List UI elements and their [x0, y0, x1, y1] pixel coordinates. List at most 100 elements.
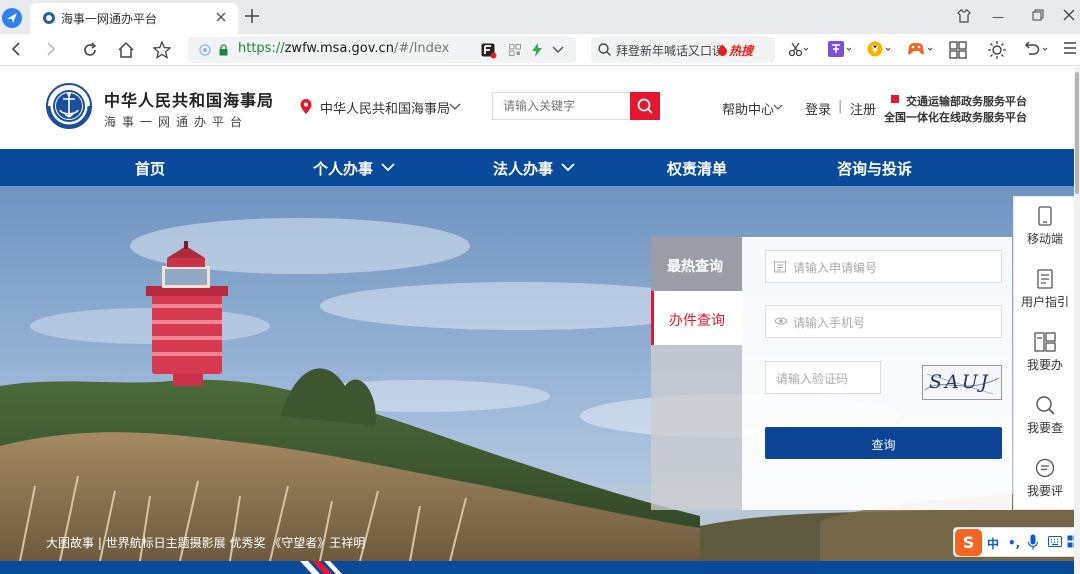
microphone-icon[interactable]	[1028, 534, 1038, 550]
site-subtitle: 海事一网通办平台	[104, 115, 249, 129]
sidebar-item-label: 我要查	[1026, 421, 1063, 435]
application-number-field[interactable]: 请输入申请编号	[765, 250, 1002, 283]
platform-badge-icon	[891, 95, 899, 103]
chevron-down-icon[interactable]	[552, 46, 564, 54]
sidebar-item-evaluate[interactable]: 我要评	[1014, 458, 1076, 499]
sidebar-item-label: 我要评	[1026, 484, 1063, 498]
new-tab-icon[interactable]	[244, 8, 260, 24]
search-suggestion: 拜登新年喊话又口误	[616, 44, 725, 58]
site-info-icon[interactable]	[199, 44, 211, 56]
url-text: https://zwfw.msa.gov.cn/#/Index	[238, 41, 449, 56]
ime-punctuation-icon[interactable]: •,	[1008, 536, 1020, 550]
phone-number-field[interactable]: 请输入手机号	[765, 305, 1002, 338]
document-icon	[774, 261, 786, 273]
footer-stripe-icon	[300, 561, 342, 574]
phone-number-placeholder: 请输入手机号	[793, 316, 866, 330]
captcha-field[interactable]: 请输入验证码	[765, 361, 881, 394]
query-button[interactable]: 查询	[765, 427, 1002, 459]
back-icon[interactable]	[9, 41, 23, 57]
tab-hot-query[interactable]: 最热查询	[651, 237, 742, 291]
url-host: zwfw.msa.gov.cn	[284, 41, 394, 56]
footer-bar	[0, 561, 1080, 574]
nav-item-powers[interactable]: 权责清单	[667, 158, 727, 179]
nav-item-corporate[interactable]: 法人办事	[493, 158, 553, 179]
help-chevron-icon[interactable]	[773, 104, 783, 111]
extension-f-icon[interactable]	[481, 43, 497, 59]
hero-banner: 大图故事 | 世界航标日主题摄影展 优秀奖 《守望者》王祥明 最热查询 办件查询…	[0, 186, 1080, 561]
query-panel-tabs: 最热查询 办件查询	[651, 237, 742, 510]
captcha-image[interactable]: SAUJ	[922, 365, 1002, 400]
floating-sidebar: 移动端 用户指引 我要办 我要查 我要评	[1013, 196, 1075, 510]
bookmark-star-icon[interactable]	[153, 41, 171, 59]
location-selector[interactable]: 中华人民共和国海事局	[320, 98, 450, 117]
game-icon[interactable]	[907, 41, 933, 57]
photo-caption: 大图故事 | 世界航标日主题摄影展 优秀奖 《守望者》王祥明	[46, 536, 366, 550]
lock-icon	[219, 44, 228, 56]
site-search	[492, 92, 660, 120]
undo-icon[interactable]	[1023, 41, 1049, 57]
browser-search-box[interactable]: 拜登新年喊话又口误 热搜	[591, 37, 775, 63]
service-apply-icon	[1014, 332, 1076, 352]
sidebar-item-mobile[interactable]: 移动端	[1014, 206, 1076, 247]
sidebar-item-label: 用户指引	[1020, 295, 1069, 309]
scrollbar-thumb[interactable]	[1075, 72, 1079, 194]
eye-icon	[774, 316, 788, 326]
nav-chevron-down-icon[interactable]	[381, 163, 395, 172]
register-link[interactable]: 注册	[850, 99, 876, 118]
platform-link-national[interactable]: 全国一体化在线政务服务平台	[884, 109, 1027, 125]
tab-title: 海事一网通办平台	[61, 12, 158, 26]
sogou-ime-logo[interactable]: S	[955, 529, 982, 556]
msa-logo[interactable]	[46, 83, 92, 129]
magnifier-icon	[1014, 395, 1076, 415]
home-icon[interactable]	[117, 41, 135, 59]
site-search-button[interactable]	[630, 92, 660, 120]
site-header: 中华人民共和国海事局 海事一网通办平台 中华人民共和国海事局 帮助中心 登录 |…	[0, 67, 1080, 149]
url-scheme: https://	[238, 41, 285, 56]
address-bar[interactable]: https://zwfw.msa.gov.cn/#/Index	[188, 37, 576, 63]
close-tab-icon[interactable]	[216, 12, 226, 22]
search-icon	[637, 98, 653, 114]
lightning-icon[interactable]	[532, 43, 542, 57]
mobile-phone-icon	[1014, 206, 1076, 226]
captcha-text: SAUJ	[929, 371, 991, 393]
keyboard-icon[interactable]	[1048, 536, 1062, 547]
close-window-icon[interactable]	[1063, 9, 1075, 21]
site-name: 中华人民共和国海事局	[104, 91, 275, 110]
tab-case-query[interactable]: 办件查询	[651, 291, 742, 345]
main-nav: 首页 个人办事 法人办事 权责清单 咨询与投诉	[0, 149, 1080, 186]
ime-toolbar: S 中 •,	[953, 527, 1080, 557]
nav-item-personal[interactable]: 个人办事	[313, 158, 373, 179]
login-link[interactable]: 登录	[805, 99, 831, 118]
coupon-icon[interactable]	[867, 41, 891, 57]
help-center-link[interactable]: 帮助中心	[722, 99, 774, 118]
qr-code-icon[interactable]	[509, 44, 521, 56]
minimize-icon[interactable]: —	[992, 10, 1004, 24]
location-chevron-icon[interactable]	[449, 103, 461, 111]
menu-icon[interactable]	[1063, 41, 1077, 55]
browser-logo-icon[interactable]	[1, 7, 23, 29]
platform-link-transport[interactable]: 交通运输部政务服务平台	[906, 93, 1027, 109]
captcha-placeholder: 请输入验证码	[776, 372, 849, 386]
search-icon	[598, 43, 611, 56]
hot-search-label: 热搜	[729, 44, 754, 58]
nav-chevron-down-icon[interactable]	[561, 163, 575, 172]
guide-book-icon	[1014, 269, 1076, 289]
apps-grid-icon[interactable]	[949, 41, 967, 59]
forward-icon[interactable]	[44, 41, 58, 57]
reload-icon[interactable]	[81, 41, 99, 59]
browser-tab[interactable]: 海事一网通办平台	[30, 3, 238, 34]
nav-item-consult[interactable]: 咨询与投诉	[837, 158, 912, 179]
translate-icon[interactable]	[828, 41, 852, 57]
sidebar-item-guide[interactable]: 用户指引	[1014, 269, 1076, 310]
brightness-icon[interactable]	[988, 41, 1006, 59]
nav-item-home[interactable]: 首页	[135, 158, 165, 179]
restore-icon[interactable]	[1032, 9, 1044, 21]
ime-language[interactable]: 中	[987, 535, 999, 552]
keyword-search-input[interactable]	[493, 93, 630, 119]
sidebar-item-label: 我要办	[1026, 358, 1063, 372]
shirt-icon[interactable]	[957, 9, 971, 23]
sidebar-item-search[interactable]: 我要查	[1014, 395, 1076, 436]
sidebar-item-apply[interactable]: 我要办	[1014, 332, 1076, 373]
application-number-placeholder: 请输入申请编号	[793, 261, 878, 275]
scissors-icon[interactable]	[788, 41, 808, 57]
